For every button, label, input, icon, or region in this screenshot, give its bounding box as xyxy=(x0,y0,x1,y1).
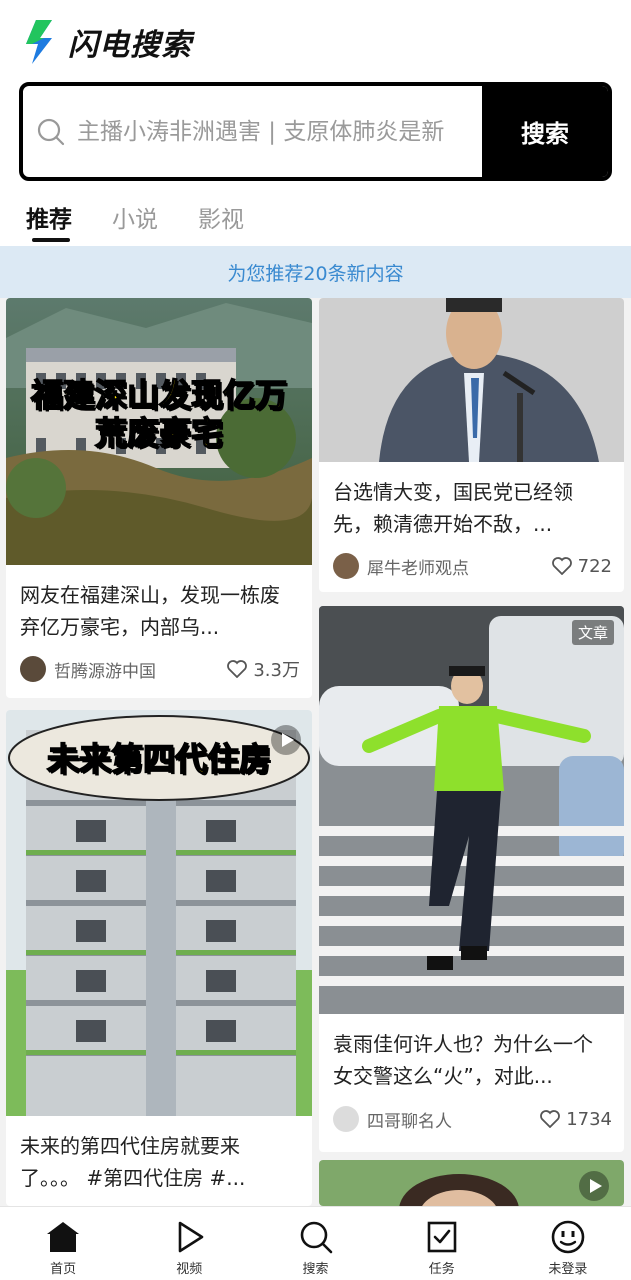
like-count-value: 1734 xyxy=(566,1108,612,1130)
heart-icon xyxy=(227,660,248,678)
search-field[interactable] xyxy=(23,86,482,177)
card-thumbnail: 福建深山发现亿万 荒废豪宅 xyxy=(6,298,312,565)
thumbnail-caption: 未来第四代住房 xyxy=(46,739,272,779)
home-icon xyxy=(47,1222,80,1252)
author-name[interactable]: 哲腾源游中国 xyxy=(54,657,227,682)
nav-search[interactable]: 搜索 xyxy=(252,1207,378,1280)
nav-label: 未登录 xyxy=(548,1262,588,1277)
card-meta: 哲腾源游中国 3.3万 xyxy=(20,656,300,682)
card-thumbnail: 文章 xyxy=(319,606,624,1014)
task-check-icon xyxy=(427,1221,457,1253)
feed-card[interactable] xyxy=(319,1160,624,1206)
feed-card[interactable]: 文章 袁雨佳何许人也？为什么一个女交警这么“火”，对此... 四哥聊名人 173… xyxy=(319,606,624,1152)
play-icon[interactable] xyxy=(578,1170,610,1202)
category-tabs: 推荐 小说 影视 xyxy=(26,200,284,244)
nav-tasks[interactable]: 任务 xyxy=(379,1207,505,1280)
like-count[interactable]: 1734 xyxy=(540,1109,612,1130)
card-thumbnail xyxy=(319,1160,624,1206)
caption-line: 荒废豪宅 xyxy=(94,413,224,453)
like-count[interactable]: 722 xyxy=(551,555,612,577)
like-count-value: 3.3万 xyxy=(253,660,300,681)
avatar xyxy=(333,1106,359,1132)
search-input[interactable] xyxy=(77,118,463,145)
tab-novel[interactable]: 小说 xyxy=(112,200,158,244)
search-icon xyxy=(300,1221,332,1254)
heart-icon xyxy=(551,557,572,575)
avatar xyxy=(20,656,46,682)
author-name[interactable]: 四哥聊名人 xyxy=(367,1107,540,1132)
nav-profile[interactable]: 未登录 xyxy=(505,1207,631,1280)
author-name[interactable]: 犀牛老师观点 xyxy=(367,554,552,579)
card-title: 台选情大变，国民党已经领先，赖清德开始不敌，... xyxy=(333,480,573,536)
caption-line: 福建深山发现亿万 xyxy=(30,375,288,415)
card-meta: 四哥聊名人 1734 xyxy=(333,1106,612,1132)
thumbnail-caption: 福建深山发现亿万 荒废豪宅 xyxy=(6,375,312,453)
traffic-police-photo xyxy=(319,606,624,1014)
app-header: 闪电搜索 搜索 推荐 小说 影视 xyxy=(0,0,631,246)
lightning-logo-icon xyxy=(26,20,52,64)
card-thumbnail xyxy=(319,298,624,462)
nav-label: 视频 xyxy=(176,1262,203,1277)
tab-film[interactable]: 影视 xyxy=(198,200,244,244)
card-meta: 犀牛老师观点 722 xyxy=(333,553,612,579)
card-title: 袁雨佳何许人也？为什么一个女交警这么“火”，对此... xyxy=(333,1032,593,1088)
new-content-notice: 为您推荐20条新内容 xyxy=(0,246,631,298)
avatar xyxy=(333,553,359,579)
card-thumbnail: 未来第四代住房 xyxy=(6,710,312,1116)
app-logo: 闪电搜索 xyxy=(22,18,192,66)
smiley-face-icon xyxy=(551,1220,585,1254)
like-count[interactable]: 3.3万 xyxy=(227,656,300,682)
feed-card[interactable]: 台选情大变，国民党已经领先，赖清德开始不敌，... 犀牛老师观点 722 xyxy=(319,298,624,592)
article-badge: 文章 xyxy=(571,620,614,645)
card-title: 未来的第四代住房就要来了。。。 #第四代住房 #... xyxy=(20,1134,246,1190)
tab-recommend[interactable]: 推荐 xyxy=(26,200,72,244)
play-icon[interactable] xyxy=(270,724,302,756)
nav-video[interactable]: 视频 xyxy=(126,1207,252,1280)
like-count-value: 722 xyxy=(577,555,612,577)
feed-card[interactable]: 福建深山发现亿万 荒废豪宅 网友在福建深山，发现一栋废弃亿万豪宅，内部乌... … xyxy=(6,298,312,698)
search-button[interactable]: 搜索 xyxy=(482,86,608,177)
bottom-navigation: 首页 视频 搜索 任务 未登录 xyxy=(0,1206,631,1280)
nav-label: 任务 xyxy=(428,1262,455,1277)
card-title: 网友在福建深山，发现一栋废弃亿万豪宅，内部乌... xyxy=(20,583,280,639)
video-play-icon xyxy=(178,1221,204,1253)
feed-card[interactable]: 未来第四代住房 未来的第四代住房就要来了。。。 #第四代住房 #... xyxy=(6,710,312,1206)
nav-label: 首页 xyxy=(50,1262,77,1277)
app-name: 闪电搜索 xyxy=(68,28,192,63)
nav-label: 搜索 xyxy=(302,1262,329,1277)
search-bar: 搜索 xyxy=(19,82,612,181)
search-icon xyxy=(37,118,65,145)
nav-home[interactable]: 首页 xyxy=(0,1207,126,1280)
heart-icon xyxy=(540,1110,561,1128)
speaker-photo xyxy=(319,298,624,462)
